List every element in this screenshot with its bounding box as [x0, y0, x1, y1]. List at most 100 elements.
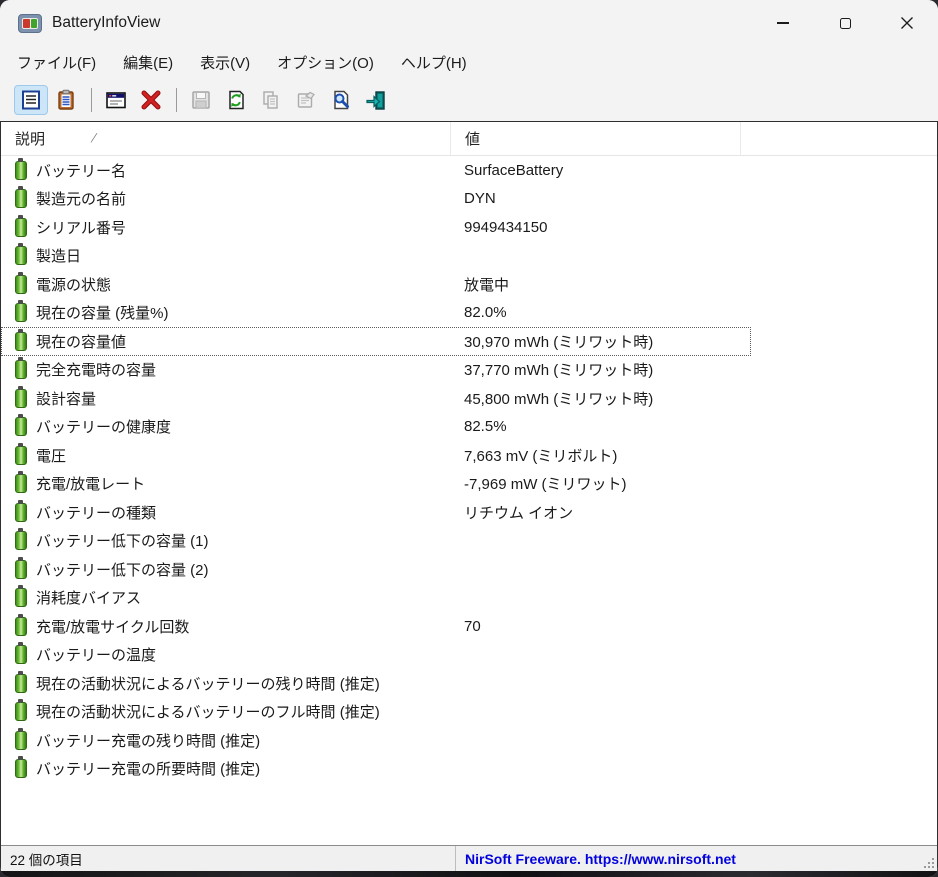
row-value: リチウム イオン [451, 498, 751, 527]
list-row[interactable]: 現在の活動状況によるバッテリーの残り時間 (推定) [1, 669, 751, 698]
row-description: 電圧 [36, 445, 66, 466]
row-description: シリアル番号 [36, 217, 126, 238]
list-row[interactable]: 製造元の名前DYN [1, 185, 751, 214]
battery-icon [15, 189, 27, 208]
battery-icon [15, 332, 27, 351]
row-description: 現在の活動状況によるバッテリーのフル時間 (推定) [36, 701, 380, 722]
item-properties-button [289, 85, 323, 115]
copy-icon [260, 89, 282, 111]
minimize-icon [777, 22, 789, 23]
minimize-button[interactable] [752, 0, 814, 46]
battery-icon [15, 617, 27, 636]
battery-icon [15, 702, 27, 721]
list-row[interactable]: バッテリー低下の容量 (2) [1, 555, 751, 584]
report-view-button[interactable] [14, 85, 48, 115]
battery-icon [15, 531, 27, 550]
list-row[interactable]: 現在の活動状況によるバッテリーのフル時間 (推定) [1, 698, 751, 727]
row-description: バッテリーの温度 [36, 644, 156, 665]
battery-icon [15, 645, 27, 664]
resize-grip[interactable] [922, 856, 935, 869]
row-description: 電源の状態 [36, 274, 111, 295]
clipboard-button[interactable] [49, 85, 83, 115]
list-frame: 説明 ╱ 値 バッテリー名SurfaceBattery製造元の名前DYNシリアル… [0, 121, 938, 871]
list-row[interactable]: 設計容量45,800 mWh (ミリワット時) [1, 384, 751, 413]
copy-button [254, 85, 288, 115]
row-description: バッテリーの種類 [36, 502, 156, 523]
list-row[interactable]: バッテリーの健康度82.5% [1, 413, 751, 442]
save-icon [190, 89, 212, 111]
row-description: バッテリー名 [36, 160, 126, 181]
row-description: 現在の容量値 [36, 331, 126, 352]
list-row[interactable]: バッテリーの温度 [1, 641, 751, 670]
list-row[interactable]: シリアル番号9949434150 [1, 213, 751, 242]
battery-icon [15, 417, 27, 436]
title-bar: BatteryInfoView [0, 0, 938, 46]
row-value: -7,969 mW (ミリワット) [451, 470, 751, 499]
list-row[interactable]: 消耗度バイアス [1, 584, 751, 613]
delete-button[interactable] [134, 85, 168, 115]
list-row[interactable]: バッテリー充電の所要時間 (推定) [1, 755, 751, 784]
clipboard-icon [55, 89, 77, 111]
list-row[interactable]: バッテリーの種類 リチウム イオン [1, 498, 751, 527]
battery-icon [15, 759, 27, 778]
row-value: SurfaceBattery [451, 156, 751, 185]
row-description: 現在の活動状況によるバッテリーの残り時間 (推定) [36, 673, 380, 694]
list-row[interactable]: バッテリー充電の残り時間 (推定) [1, 726, 751, 755]
battery-icon [15, 446, 27, 465]
row-description: 現在の容量 (残量%) [36, 302, 169, 323]
toolbar-separator [91, 88, 92, 112]
menu-view[interactable]: 表示(V) [189, 48, 261, 77]
row-description: バッテリー充電の所要時間 (推定) [36, 758, 260, 779]
menu-help[interactable]: ヘルプ(H) [390, 48, 478, 77]
find-button[interactable] [324, 85, 358, 115]
menu-edit[interactable]: 編集(E) [112, 48, 184, 77]
exit-button[interactable] [359, 85, 393, 115]
row-value [451, 669, 751, 698]
battery-icon [15, 275, 27, 294]
close-button[interactable] [876, 0, 938, 46]
status-bar: 22 個の項目 NirSoft Freeware. https://www.ni… [1, 845, 937, 871]
nirsoft-link[interactable]: NirSoft Freeware. https://www.nirsoft.ne… [465, 851, 736, 867]
row-value [451, 242, 751, 271]
column-header-description[interactable]: 説明 ╱ [1, 122, 451, 155]
column-header-value[interactable]: 値 [451, 122, 741, 155]
list-row[interactable]: 充電/放電レート -7,969 mW (ミリワット) [1, 470, 751, 499]
save-button [184, 85, 218, 115]
status-link-pane: NirSoft Freeware. https://www.nirsoft.ne… [456, 846, 937, 871]
refresh-button[interactable] [219, 85, 253, 115]
sort-ascending-icon: ╱ [91, 134, 97, 143]
list-row[interactable]: 電源の状態放電中 [1, 270, 751, 299]
menu-file[interactable]: ファイル(F) [6, 48, 107, 77]
exit-icon [365, 89, 387, 111]
row-value: 37,770 mWh (ミリワット時) [451, 356, 751, 385]
list-row[interactable]: バッテリー低下の容量 (1) [1, 527, 751, 556]
row-description: バッテリー低下の容量 (1) [36, 530, 209, 551]
batteryinfoview-window: BatteryInfoView ファイル(F) 編集(E) 表示(V) オプショ… [0, 0, 938, 877]
maximize-button[interactable] [814, 0, 876, 46]
row-description: 充電/放電レート [36, 473, 145, 494]
list-row[interactable]: 製造日 [1, 242, 751, 271]
delete-red-x-icon [140, 89, 162, 111]
list-rows: バッテリー名 SurfaceBattery製造元の名前DYNシリアル番号99494… [1, 156, 937, 845]
row-description: バッテリー充電の残り時間 (推定) [36, 730, 260, 751]
row-value: DYN [451, 185, 751, 214]
menu-options[interactable]: オプション(O) [266, 48, 385, 77]
list-row[interactable]: 現在の容量値30,970 mWh (ミリワット時) [1, 327, 751, 356]
row-value [451, 584, 751, 613]
row-value [451, 698, 751, 727]
row-value: 82.0% [451, 299, 751, 328]
battery-icon [15, 161, 27, 180]
row-value [451, 641, 751, 670]
list-row[interactable]: バッテリー名 SurfaceBattery [1, 156, 751, 185]
properties-window-button[interactable] [99, 85, 133, 115]
list-row[interactable]: 完全充電時の容量37,770 mWh (ミリワット時) [1, 356, 751, 385]
desktop-background-strip [0, 871, 938, 877]
list-row[interactable]: 充電/放電サイクル回数70 [1, 612, 751, 641]
window-title: BatteryInfoView [52, 14, 160, 32]
list-row[interactable]: 現在の容量 (残量%) 82.0% [1, 299, 751, 328]
row-value [451, 527, 751, 556]
refresh-icon [225, 89, 247, 111]
list-row[interactable]: 電圧 7,663 mV (ミリボルト) [1, 441, 751, 470]
status-item-count: 22 個の項目 [1, 846, 456, 871]
row-value: 7,663 mV (ミリボルト) [451, 441, 751, 470]
